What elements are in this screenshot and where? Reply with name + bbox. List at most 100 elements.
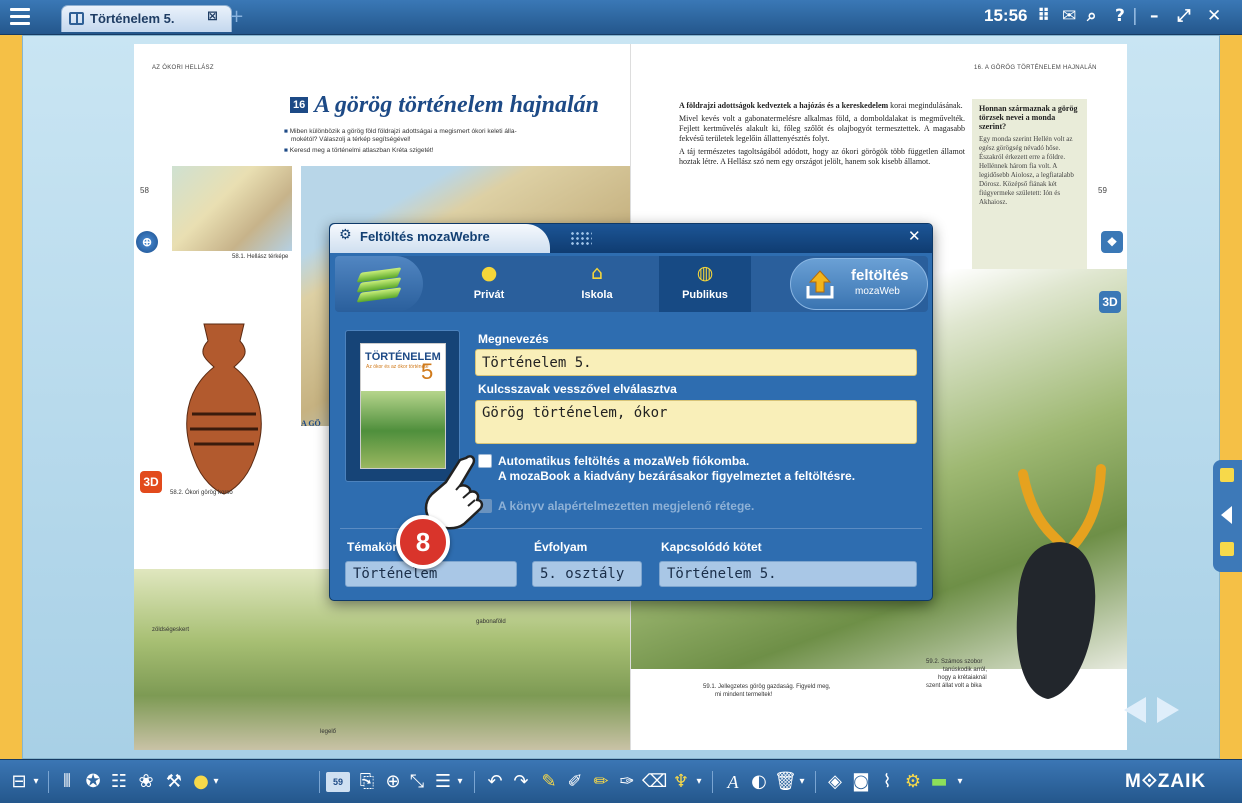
3d-badge-right[interactable]: 3D [1099,291,1121,313]
help-icon[interactable]: ? [1115,6,1125,26]
board-icon[interactable]: ⊟ [8,770,30,794]
list-icon[interactable]: ☰ [432,770,454,794]
lesson-title: 16 A görög történelem hajnalán [290,92,599,119]
close-tab-icon[interactable]: ⊠ [207,9,218,24]
highlighter-icon[interactable]: ✏ [590,770,612,794]
chevron-down-icon[interactable]: ▾ [30,770,42,794]
bull-caption-4: szent állat volt a bika [926,683,982,689]
shape-pen-icon[interactable]: ✑ [616,770,638,794]
left-page-number: 58 [140,186,149,195]
settings-icon[interactable]: ⚙ [902,770,924,794]
tab-title: Történelem 5. [90,11,175,26]
gear-icon: ⚙ [339,227,352,243]
top-bar: Történelem 5. ⊠ + 15:56 ⠿ ✉ ⌕ ? | – ⤢ ✕ [0,0,1242,35]
bull-caption-3: hogy a krétaiaknál [938,675,987,681]
bulb-icon[interactable]: ● [190,770,212,794]
vase-caption: 58.2. Ókori görög korsó [170,490,233,496]
visibility-tabs: ● Privát ⌂ Iskola ◍ Publikus feltöltés m… [335,256,928,312]
mail-icon[interactable]: ✉ [1062,6,1076,26]
compass-icon[interactable]: ◈ [824,770,846,794]
step-badge: 8 [396,515,450,569]
restore-icon[interactable]: ⤢ [1177,6,1191,26]
add-tab-icon[interactable]: + [229,6,244,27]
grade-select[interactable]: 5. osztály [532,561,642,587]
gallery-icon[interactable]: ❖ [1101,231,1123,253]
bottom-toolbar: ⊟ ▾ ⫴ ✪ ☷ ❀ ⚒ ● ▾ 59 ⎘ ⊕ ⤡ ☰ ▾ ↶ ↷ ✎ ✐ ✏… [0,759,1242,803]
note-delete-icon[interactable] [1220,542,1234,556]
chevron-down-icon[interactable]: ▾ [954,770,966,794]
dialog-titlebar[interactable]: ⚙ Feltöltés mozaWebre ✕ [330,224,932,253]
columns-icon[interactable]: ⫴ [56,770,78,794]
layers-button[interactable] [335,256,423,312]
undo-icon[interactable]: ↶ [484,770,506,794]
map-caption: 58.1. Hellász térképe [232,254,289,260]
default-layer-label: A könyv alapértelmezetten megjelenő réte… [498,499,755,513]
camera-icon[interactable]: ◙ [850,770,872,794]
dialog-title: Feltöltés mozaWebre [360,229,490,244]
cover-subtitle: Az ókor és az ókor története [366,364,429,370]
tab-book[interactable]: Történelem 5. ⊠ [61,5,232,32]
separator [48,771,49,793]
prev-page-icon[interactable] [1124,697,1146,723]
redo-icon[interactable]: ↷ [510,770,532,794]
europe-map[interactable] [172,166,292,251]
page-nav [1124,697,1180,727]
keywords-label: Kulcsszavak vesszővel elválasztva [478,382,677,396]
eraser-icon[interactable]: ⌫ [642,770,667,794]
keywords-field[interactable]: Görög történelem, ókor [475,400,917,444]
path-icon[interactable]: ⤡ [406,770,428,794]
upload-sublabel: mozaWeb [855,286,900,297]
brand-logo: M⟐ZAIK [1125,771,1207,792]
clip-icon[interactable]: ⌇ [876,770,898,794]
lasso-icon[interactable]: ✪ [82,770,104,794]
3d-badge[interactable]: 3D [140,471,162,493]
page-fit-icon[interactable]: ⎘ [356,770,378,794]
clock: 15:56 [984,6,1028,25]
tab-publikus[interactable]: ◍ Publikus [659,256,751,312]
related-select[interactable]: Történelem 5. [659,561,917,587]
grid-icon[interactable]: ⠿ [1037,6,1050,26]
bull-image[interactable] [1003,464,1113,704]
globe-icon: ◍ [696,262,714,284]
name-field[interactable] [475,349,917,376]
menu-icon[interactable] [10,8,30,26]
side-panel-toggle[interactable] [1213,460,1242,572]
globe-icon[interactable]: ⊕ [136,231,158,253]
zoom-icon[interactable]: ⊕ [382,770,404,794]
tab-iskola[interactable]: ⌂ Iskola [551,256,643,312]
search-icon[interactable]: ⌕ [1087,6,1097,26]
grade-label: Évfolyam [534,540,588,554]
vase-image[interactable] [174,319,274,499]
separator [474,771,475,793]
spot-icon[interactable]: ◐ [748,770,770,794]
marker-icon[interactable]: ✐ [564,770,586,794]
dialog-close-icon[interactable]: ✕ [908,227,921,245]
auto-upload-label: Automatikus feltöltés a mozaWeb fiókomba… [498,454,856,483]
tab-privat[interactable]: ● Privát [443,256,535,312]
notes-icon[interactable]: ☷ [108,770,130,794]
trash-icon[interactable]: 🗑 [774,770,797,794]
chevron-down-icon[interactable]: ▾ [210,770,222,794]
chevron-down-icon[interactable]: ▾ [454,770,466,794]
gallery-icon[interactable]: ❀ [134,770,158,794]
label-gabonafold: gabonaföld [476,619,506,625]
tools-icon[interactable]: ⚒ [162,770,186,794]
chevron-down-icon[interactable]: ▾ [796,770,808,794]
brush-icon[interactable]: ♆ [670,770,692,794]
pen-icon[interactable]: ✎ [538,770,560,794]
page-number-input[interactable]: 59 [326,772,350,792]
chevron-down-icon[interactable]: ▾ [693,770,705,794]
upload-label: feltöltés [851,267,909,284]
bull-caption: 59.2. Számos szobor [926,659,983,665]
upload-button[interactable]: feltöltés mozaWeb [790,258,928,310]
left-running-head: AZ ÓKORI HELLÁSZ [152,65,214,71]
person-icon: ● [480,262,498,284]
next-page-icon[interactable] [1157,697,1180,723]
drag-grip-icon[interactable] [570,231,592,245]
right-running-head: 16. A GÖRÖG TÖRTÉNELEM HAJNALÁN [974,65,1097,71]
close-icon[interactable]: ✕ [1207,6,1221,26]
minimize-icon[interactable]: – [1150,6,1159,26]
text-icon[interactable]: A [722,770,744,794]
note-add-icon[interactable] [1220,468,1234,482]
sidebar-box: Honnan származnak a görög törzsek nevei … [972,99,1087,274]
